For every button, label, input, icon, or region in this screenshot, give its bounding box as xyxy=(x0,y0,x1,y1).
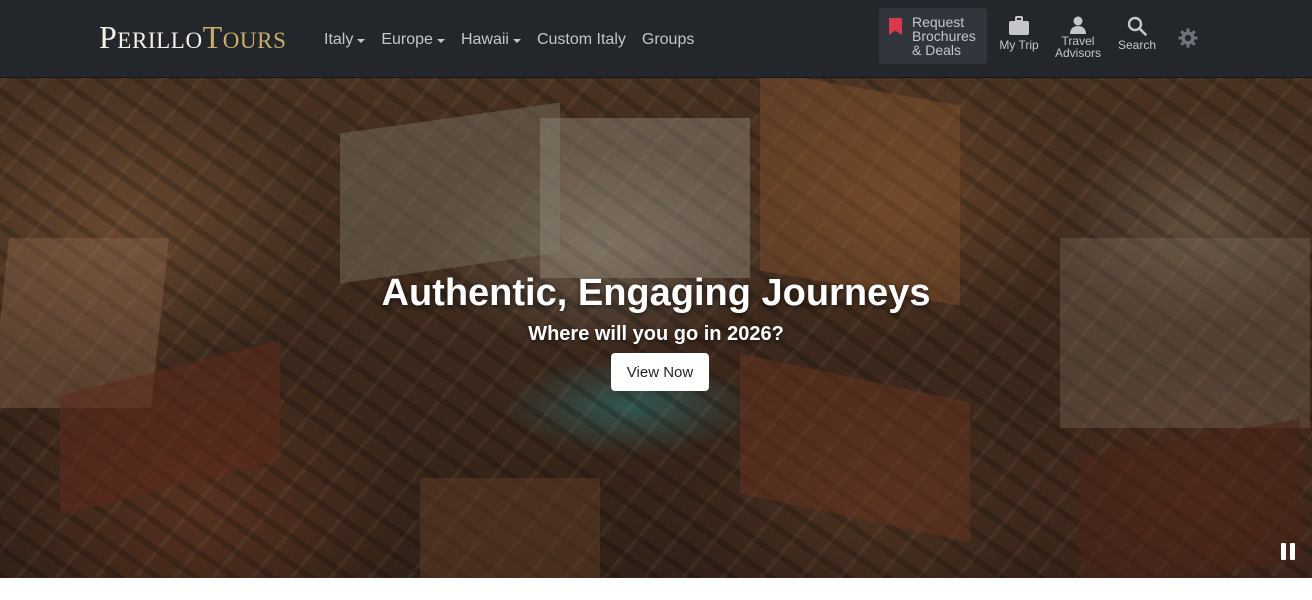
nav-italy[interactable]: Italy xyxy=(324,31,366,49)
suitcase-icon xyxy=(1009,16,1029,35)
hero-title: Authentic, Engaging Journeys xyxy=(381,272,931,314)
brochure-line-3: & Deals xyxy=(912,42,962,58)
view-now-button[interactable]: View Now xyxy=(611,353,709,391)
nav-groups-label: Groups xyxy=(641,31,695,48)
logo-letter-p: P xyxy=(99,19,118,55)
brochure-line-2: Brochures xyxy=(912,28,976,44)
nav-groups[interactable]: Groups xyxy=(642,31,694,49)
nav-custom-italy-label: Custom Italy xyxy=(536,31,626,48)
search-label: Search xyxy=(1117,38,1157,52)
chevron-down-icon xyxy=(436,38,445,43)
search-button[interactable]: Search xyxy=(1114,16,1160,51)
nav-custom-italy[interactable]: Custom Italy xyxy=(537,31,626,49)
navbar: PERILLOTOURS Italy Europe Hawaii Custom … xyxy=(0,0,1312,78)
request-brochures-label: Request Brochures & Deals xyxy=(912,15,984,57)
travel-advisors-label: Travel Advisors xyxy=(1052,35,1104,59)
perillo-tours-logo[interactable]: PERILLOTOURS xyxy=(99,20,286,54)
chevron-down-icon xyxy=(512,38,521,43)
person-icon xyxy=(1070,16,1086,34)
gear-icon[interactable] xyxy=(1177,27,1199,49)
travel-advisors-button[interactable]: Travel Advisors xyxy=(1052,16,1104,59)
chevron-down-icon xyxy=(357,38,366,43)
nav-europe-label: Europe xyxy=(381,31,433,48)
my-trip-button[interactable]: My Trip xyxy=(996,16,1042,51)
nav-italy-label: Italy xyxy=(324,31,354,48)
nav-hawaii-label: Hawaii xyxy=(460,31,509,48)
bookmark-icon xyxy=(889,18,902,35)
pause-icon[interactable] xyxy=(1277,541,1299,563)
logo-text-erillo: ERILLO xyxy=(117,28,203,53)
hero-banner: Authentic, Engaging Journeys Where will … xyxy=(0,78,1312,578)
page-content-start xyxy=(0,578,1312,600)
logo-text-ours: OURS xyxy=(222,28,287,53)
request-brochures-button[interactable]: Request Brochures & Deals xyxy=(879,8,987,64)
logo-letter-t: T xyxy=(202,19,223,55)
nav-hawaii[interactable]: Hawaii xyxy=(461,31,521,49)
nav-europe[interactable]: Europe xyxy=(381,31,445,49)
travel-advisors-line-2: Advisors xyxy=(1054,46,1101,60)
brochure-line-1: Request xyxy=(912,14,965,30)
search-icon xyxy=(1127,16,1147,36)
main-nav: Italy Europe Hawaii Custom Italy Groups xyxy=(324,29,710,51)
hero-subtitle: Where will you go in 2026? xyxy=(528,323,784,345)
my-trip-label: My Trip xyxy=(999,38,1039,52)
